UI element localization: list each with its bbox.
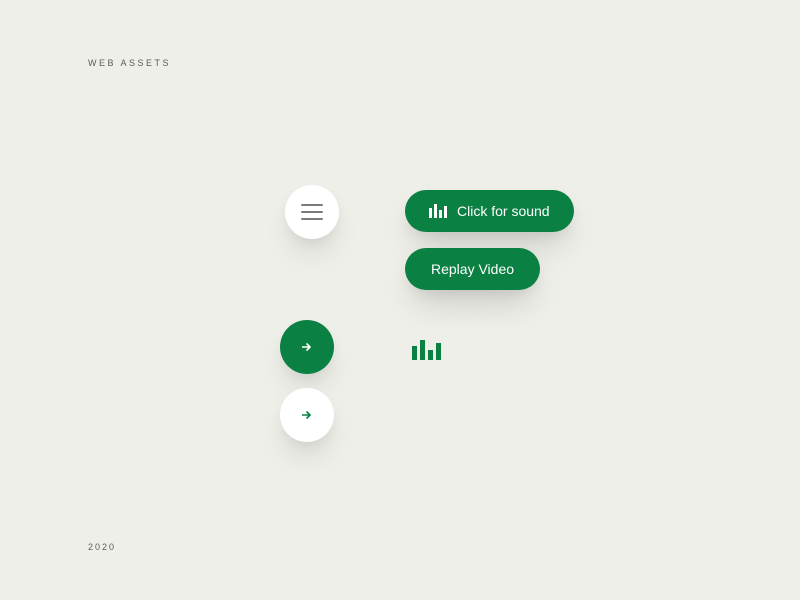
footer-year: 2020 xyxy=(88,542,116,552)
button-label: Click for sound xyxy=(457,203,550,219)
click-for-sound-button[interactable]: Click for sound xyxy=(405,190,574,232)
equalizer-icon xyxy=(412,340,441,360)
replay-video-button[interactable]: Replay Video xyxy=(405,248,540,290)
next-button-outline[interactable] xyxy=(280,388,334,442)
equalizer-icon xyxy=(429,204,447,218)
button-label: Replay Video xyxy=(431,261,514,277)
menu-button[interactable] xyxy=(285,185,339,239)
hamburger-icon xyxy=(301,204,323,220)
arrow-right-icon xyxy=(302,411,312,419)
page-title: WEB ASSETS xyxy=(88,58,171,68)
next-button-solid[interactable] xyxy=(280,320,334,374)
arrow-right-icon xyxy=(302,343,312,351)
